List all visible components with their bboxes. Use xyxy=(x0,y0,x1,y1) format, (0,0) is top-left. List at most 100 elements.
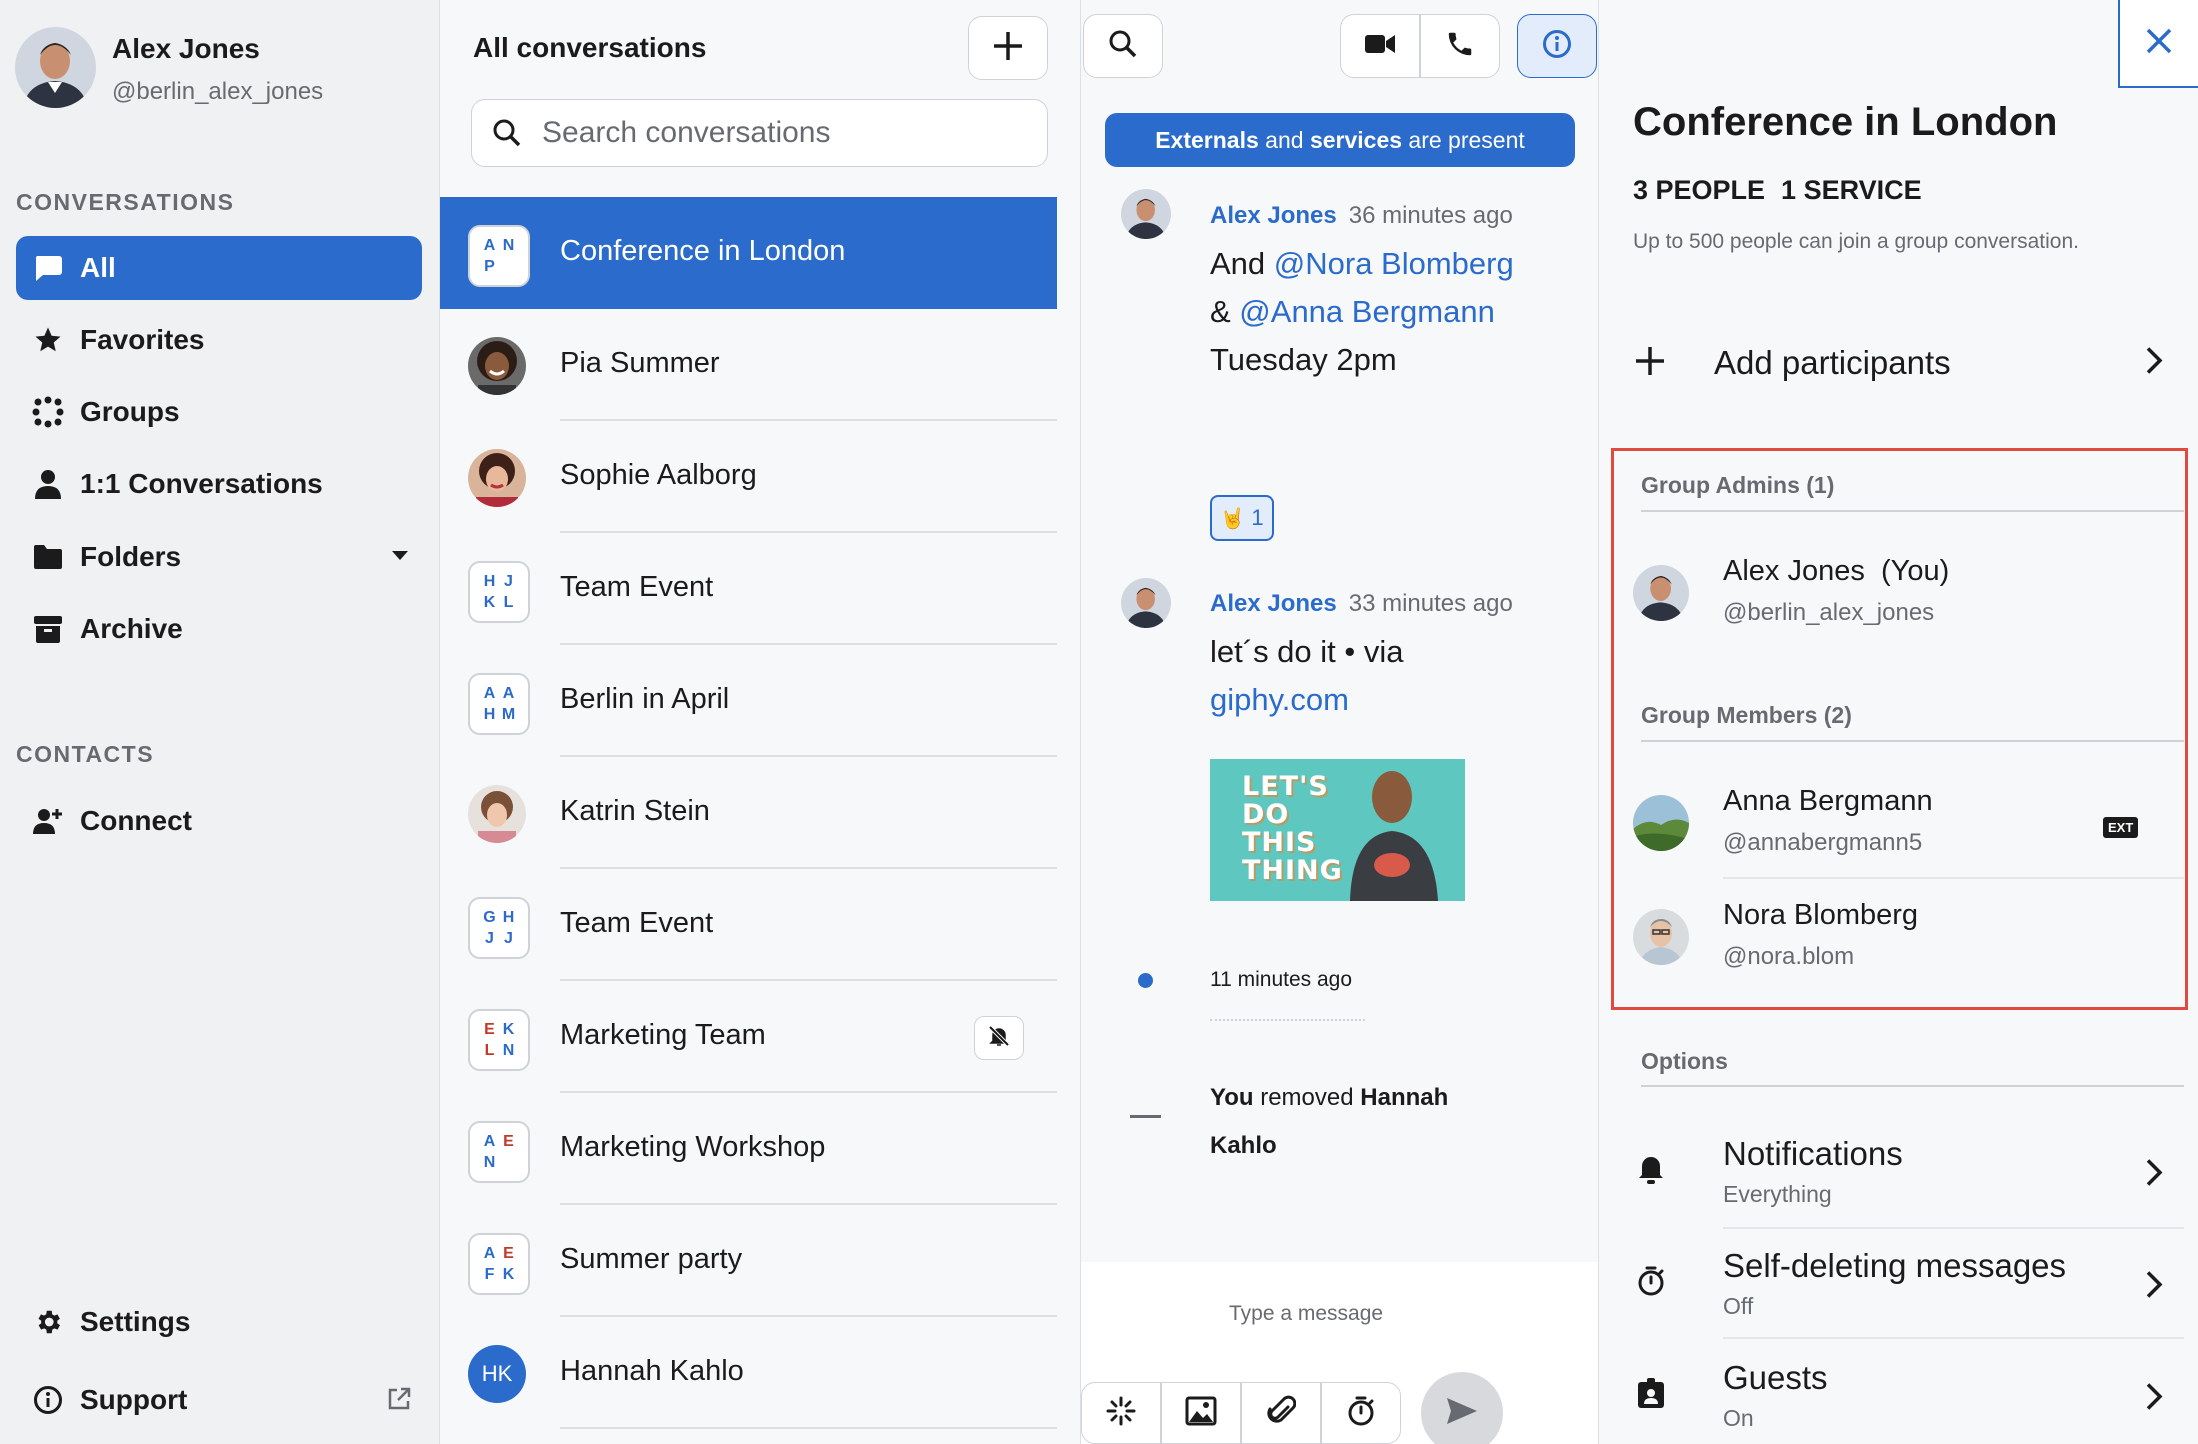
you-label: (You) xyxy=(1880,555,1950,587)
conversation-item[interactable]: Sophie Aalborg xyxy=(440,421,1057,533)
chevron-down-icon[interactable] xyxy=(392,551,408,560)
conversation-item[interactable]: A E F K Summer party xyxy=(440,1205,1057,1317)
user-avatar[interactable] xyxy=(15,27,96,108)
conversation-item[interactable]: Katrin Stein xyxy=(440,757,1057,869)
sidebar-item-groups[interactable]: Groups xyxy=(16,380,422,444)
option-value: Everything xyxy=(1723,1181,1832,1207)
externals-banner: Externals and services are present xyxy=(1105,113,1575,167)
video-call-button[interactable] xyxy=(1340,14,1420,78)
add-participants-button[interactable]: Add participants xyxy=(1633,330,2163,396)
sidebar-item-archive[interactable]: Archive xyxy=(16,597,422,661)
conversation-name: Sophie Aalborg xyxy=(560,459,757,491)
timer-button[interactable] xyxy=(1321,1382,1401,1444)
sidebar-item-1on1[interactable]: 1:1 Conversations xyxy=(16,452,422,516)
option-notifications[interactable]: Notifications Everything xyxy=(1633,1125,2163,1225)
search-messages-button[interactable] xyxy=(1083,14,1163,78)
message-input[interactable] xyxy=(1229,1302,1549,1326)
message-avatar[interactable] xyxy=(1121,578,1171,628)
giphy-link[interactable]: giphy.com xyxy=(1210,682,1349,717)
initial: K xyxy=(502,1265,515,1283)
avatar xyxy=(1633,795,1689,851)
reaction-button[interactable]: 🤘 1 xyxy=(1210,495,1274,541)
initial: E xyxy=(503,1244,514,1262)
initial: E xyxy=(484,1020,495,1038)
gif-image[interactable]: LET'S DO THIS THING xyxy=(1210,759,1465,901)
conversation-name: Hannah Kahlo xyxy=(560,1355,744,1387)
sidebar-item-favorites[interactable]: Favorites xyxy=(16,308,422,372)
info-icon xyxy=(16,1385,80,1415)
message-time: 33 minutes ago xyxy=(1348,590,1513,617)
sidebar-item-all[interactable]: All xyxy=(16,236,422,300)
conversation-item[interactable]: HK Hannah Kahlo xyxy=(440,1317,1057,1429)
mention-link[interactable]: @Anna Bergmann xyxy=(1239,294,1495,329)
message-text: let´s do it • via giphy.com xyxy=(1210,628,1540,724)
conversation-name: Summer party xyxy=(560,1243,743,1275)
conversation-item[interactable]: A N P Conference in London xyxy=(440,197,1057,309)
audio-call-button[interactable] xyxy=(1420,14,1500,78)
conversation-item[interactable]: Pia Summer xyxy=(440,309,1057,421)
avatar: HK xyxy=(468,1345,526,1403)
conversation-item[interactable]: A A H M Berlin in April xyxy=(440,645,1057,757)
message-time: 36 minutes ago xyxy=(1348,202,1513,229)
sidebar-item-label: Support xyxy=(80,1384,188,1415)
conversation-item[interactable]: H J K L Team Event xyxy=(440,533,1057,645)
image-icon xyxy=(1185,1396,1217,1431)
ping-icon xyxy=(1105,1395,1137,1432)
conversation-item[interactable]: G H J J Team Event xyxy=(440,869,1057,981)
new-conversation-button[interactable] xyxy=(968,16,1048,80)
conversation-title: Conference in London xyxy=(1633,100,2058,144)
ping-button[interactable] xyxy=(1081,1382,1161,1444)
contacts-heading: CONTACTS xyxy=(16,741,155,767)
archive-icon xyxy=(16,614,80,644)
system-actor: You xyxy=(1210,1084,1254,1111)
message-author[interactable]: Alex Jones xyxy=(1210,202,1337,229)
chevron-right-icon xyxy=(2145,1270,2163,1305)
option-title: Self-deleting messages xyxy=(1723,1247,2067,1284)
message-composer xyxy=(1081,1262,1598,1444)
close-details-button[interactable] xyxy=(2118,0,2198,88)
sidebar-item-connect[interactable]: Connect xyxy=(16,789,422,853)
sidebar-item-settings[interactable]: Settings xyxy=(16,1290,422,1354)
message-avatar[interactable] xyxy=(1121,189,1171,239)
conversation-name: Marketing Team xyxy=(560,1019,766,1051)
star-icon xyxy=(16,325,80,355)
conversation-list-panel: All conversations A N P Conference in Lo… xyxy=(440,0,1081,1444)
group-avatar: A A H M xyxy=(468,673,530,735)
unread-dot xyxy=(1138,973,1153,988)
conversation-list-title: All conversations xyxy=(473,32,707,63)
divider xyxy=(1641,740,2184,742)
initial: N xyxy=(502,1041,515,1059)
sidebar-item-support[interactable]: Support xyxy=(16,1368,422,1432)
divider xyxy=(1641,1085,2184,1087)
conversation-item[interactable]: E K L N Marketing Team xyxy=(440,981,1057,1093)
chat-bubble-icon xyxy=(16,254,80,282)
conversation-item[interactable]: A E N Marketing Workshop xyxy=(440,1093,1057,1205)
mention-link[interactable]: @Nora Blomberg xyxy=(1274,246,1514,281)
search-input[interactable] xyxy=(542,116,1022,150)
bell-icon xyxy=(1633,1153,1669,1185)
system-timestamp: 11 minutes ago xyxy=(1210,968,1353,991)
message-header: Alex Jones 36 minutes ago xyxy=(1210,202,1513,230)
send-button[interactable] xyxy=(1421,1372,1503,1444)
muted-button[interactable] xyxy=(974,1016,1024,1060)
message-text-part: let´s do it • via xyxy=(1210,634,1404,669)
participant-handle: @berlin_alex_jones xyxy=(1723,599,1935,626)
image-upload-button[interactable] xyxy=(1161,1382,1241,1444)
conversation-info-button[interactable] xyxy=(1517,14,1597,78)
main-sidebar: Alex Jones @berlin_alex_jones CONVERSATI… xyxy=(0,0,440,1444)
search-icon xyxy=(472,118,542,148)
participant-item[interactable]: Alex Jones (You) @berlin_alex_jones xyxy=(1633,537,2184,647)
removed-icon xyxy=(1130,1115,1161,1118)
attach-file-button[interactable] xyxy=(1241,1382,1321,1444)
initial: A xyxy=(483,236,496,254)
divider xyxy=(1723,1337,2184,1339)
sidebar-item-folders[interactable]: Folders xyxy=(16,525,422,589)
participant-item[interactable]: Anna Bergmann @annabergmann5 EXT xyxy=(1633,767,2184,877)
message-author[interactable]: Alex Jones xyxy=(1210,590,1337,617)
avatar xyxy=(1633,565,1689,621)
participant-item[interactable]: Nora Blomberg @nora.blom xyxy=(1633,881,2184,991)
option-self-deleting-messages[interactable]: Self-deleting messages Off xyxy=(1633,1237,2163,1337)
search-conversations-field[interactable] xyxy=(471,99,1048,167)
conversation-name: Berlin in April xyxy=(560,683,730,715)
option-guests[interactable]: Guests On xyxy=(1633,1349,2163,1444)
